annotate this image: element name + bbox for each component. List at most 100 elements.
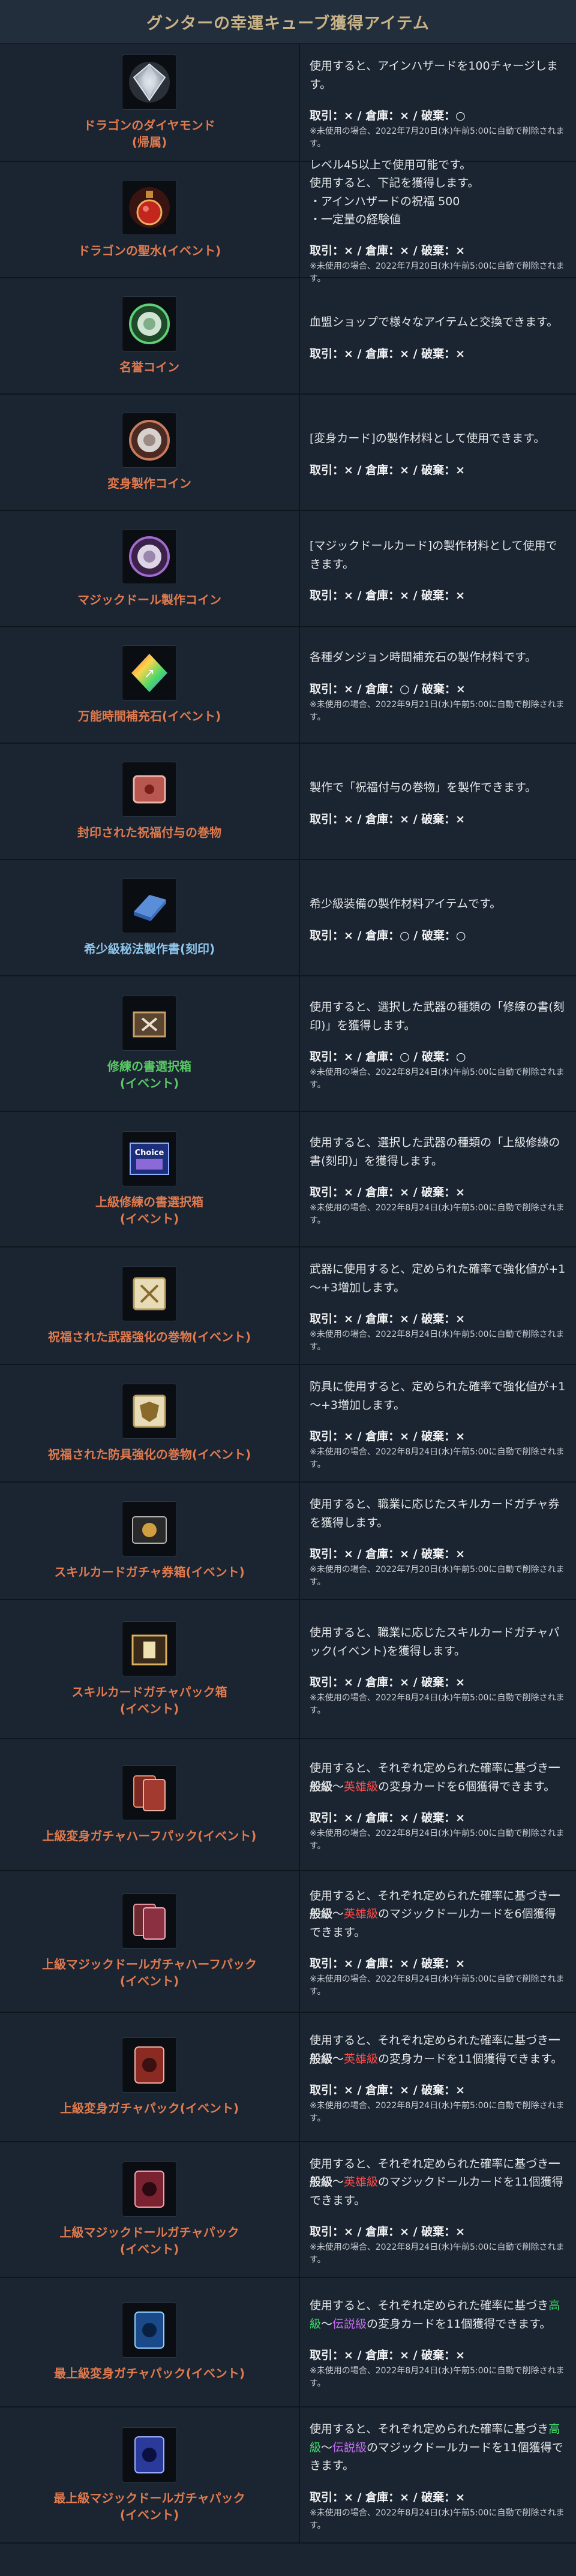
expiry-note: ※未使用の場合、2022年8月24日(水)午前5:00に自動で削除されます。 — [310, 2100, 565, 2123]
description-text: 使用すると、それぞれ定められた確率に基づき — [310, 1762, 549, 1775]
item-description: 使用すると、職業に応じたスキルカードガチャパック(イベント)を獲得します。 — [310, 1624, 566, 1660]
skill-ticket-icon — [122, 1501, 177, 1556]
item-details: 希少級装備の製作材料アイテムです。 取引：× / 倉庫：○ / 破棄：○ — [300, 860, 576, 975]
item-description: 使用すると、選択した武器の種類の「修練の書(刻印)」を獲得します。 — [310, 998, 566, 1035]
description-text: 希少級装備の製作材料アイテムです。 — [310, 897, 502, 911]
item-description: 製作で「祝福付与の巻物」を製作できます。 — [310, 778, 566, 796]
expiry-note: ※未使用の場合、2022年8月24日(水)午前5:00に自動で削除されます。 — [310, 2508, 565, 2530]
description-text: 使用すると、それぞれ定められた確率に基づき — [310, 2299, 549, 2313]
item-details: 使用すると、選択した武器の種類の「上級修練の書(刻印)」を獲得します。 取引：× … — [300, 1112, 576, 1246]
item-name: マジックドール製作コイン — [77, 593, 221, 607]
transform-pack-icon — [122, 2037, 177, 2093]
expiry-note: ※未使用の場合、2022年8月24日(水)午前5:00に自動で削除されます。 — [310, 1203, 565, 1225]
expiry-note: ※未使用の場合、2022年8月24日(水)午前5:00に自動で削除されます。 — [310, 1067, 565, 1090]
description-text: 使用すると、職業に応じたスキルカードガチャパック(イベント)を獲得します。 — [310, 1626, 560, 1658]
expiry-note: ※未使用の場合、2022年8月24日(水)午前5:00に自動で削除されます。 — [310, 1828, 565, 1851]
sealed-scroll-icon — [122, 762, 177, 817]
item-description: 使用すると、職業に応じたスキルカードガチャ券を獲得します。 — [310, 1495, 566, 1532]
trade-rules: 取引：× / 倉庫：× / 破棄：○ — [310, 109, 466, 122]
item-description: 使用すると、それぞれ定められた確率に基づき一般級～英雄級の変身カードを11個獲得… — [310, 2031, 566, 2068]
description-text: の変身カードを6個獲得できます。 — [378, 1780, 556, 1793]
item-cell: 修練の書選択箱 (イベント) — [0, 976, 300, 1111]
expiry-note: ※未使用の場合、2022年8月24日(水)午前5:00に自動で削除されます。 — [310, 1693, 565, 1715]
trade-rules: 取引：× / 倉庫：× / 破棄：× — [310, 1957, 466, 1971]
description-text: 英雄級 — [344, 1780, 379, 1793]
trade-rules: 取引：× / 倉庫：× / 破棄：× — [310, 812, 466, 826]
item-name: スキルカードガチャ券箱(イベント) — [54, 1565, 245, 1579]
description-text: 使用すると、アインハザードを100チャージします。 — [310, 59, 558, 91]
item-row: 上級マジックドールガチャパック (イベント) 使用すると、それぞれ定められた確率に… — [0, 2142, 576, 2278]
weapon-scroll-icon — [122, 1266, 177, 1321]
description-text: 英雄級 — [344, 2175, 379, 2189]
item-description: [変身カード]の製作材料として使用できます。 — [310, 429, 566, 447]
item-name: 万能時間補充石(イベント) — [77, 709, 221, 723]
item-name: 上級修練の書選択箱 (イベント) — [95, 1195, 203, 1226]
item-name: 祝福された武器強化の巻物(イベント) — [47, 1330, 251, 1344]
description-text: 使用すると、それぞれ定められた確率に基づき — [310, 2034, 549, 2048]
item-name: 変身製作コイン — [107, 476, 191, 491]
item-cell: 変身製作コイン — [0, 395, 300, 510]
skill-pack-icon — [122, 1621, 177, 1676]
item-description: 使用すると、それぞれ定められた確率に基づき一般級～英雄級のマジックドールカードを… — [310, 2155, 566, 2210]
item-details: 各種ダンジョン時間補充石の製作材料です。 取引：× / 倉庫：○ / 破棄：× ※未… — [300, 627, 576, 743]
item-cell: ↗ 万能時間補充石(イベント) — [0, 627, 300, 743]
item-row: ドラゴンのダイヤモンド (帰属) 使用すると、アインハザードを100チャージします… — [0, 44, 576, 162]
item-cell: 上級変身ガチャハーフパック(イベント) — [0, 1739, 300, 1870]
item-description: 血盟ショップで様々なアイテムと交換できます。 — [310, 313, 566, 331]
item-row: ↗ 万能時間補充石(イベント) 各種ダンジョン時間補充石の製作材料です。 取引：× /… — [0, 627, 576, 744]
item-name: 希少級秘法製作書(刻印) — [83, 942, 215, 956]
item-description: 希少級装備の製作材料アイテムです。 — [310, 895, 566, 913]
expiry-note: ※未使用の場合、2022年9月21日(水)午前5:00に自動で削除されます。 — [310, 699, 565, 722]
choice-box-icon: Choice — [122, 1131, 177, 1186]
item-name: 上級変身ガチャハーフパック(イベント) — [42, 1829, 257, 1843]
item-details: 使用すると、アインハザードを100チャージします。取引：× / 倉庫：× / 破… — [300, 44, 576, 161]
item-name: ドラゴンのダイヤモンド (帰属) — [83, 118, 215, 149]
item-details: 防具に使用すると、定められた確率で強化値が+1～+3増加します。 取引：× / 倉… — [300, 1365, 576, 1481]
trade-rules: 取引：× / 倉庫：○ / 破棄：× — [310, 682, 466, 696]
trade-rules: 取引：× / 倉庫：○ / 破棄：○ — [310, 1050, 466, 1063]
item-row: ドラゴンの聖水(イベント) レベル45以上で使用可能です。 使用すると、下記を獲得… — [0, 158, 576, 284]
item-description: [マジックドールカード]の製作材料として使用できます。 — [310, 537, 566, 573]
item-name: 上級マジックドールガチャパック (イベント) — [59, 2225, 239, 2256]
holy-water-icon — [122, 180, 177, 235]
item-cell: ドラゴンの聖水(イベント) — [0, 162, 300, 277]
item-details: レベル45以上で使用可能です。 使用すると、下記を獲得します。 ・アインハザード… — [300, 158, 576, 284]
item-cell: 希少級秘法製作書(刻印) — [0, 860, 300, 975]
description-text: 英雄級 — [344, 1907, 379, 1921]
item-row: 封印された祝福付与の巻物 製作で「祝福付与の巻物」を製作できます。 取引：× / 倉… — [0, 744, 576, 860]
item-cell: 祝福された防具強化の巻物(イベント) — [0, 1365, 300, 1481]
description-text: ～ — [321, 2317, 333, 2331]
trade-rules: 取引：× / 倉庫：× / 破棄：× — [310, 588, 466, 602]
item-row: Choice 上級修練の書選択箱 (イベント) 使用すると、選択した武器の種類の「上… — [0, 1112, 576, 1248]
description-text: 伝説級 — [332, 2317, 367, 2331]
item-details: 製作で「祝福付与の巻物」を製作できます。 取引：× / 倉庫：× / 破棄：× — [300, 744, 576, 859]
item-cell: 上級マジックドールガチャハーフパック (イベント) — [0, 1871, 300, 2012]
item-cell: 名誉コイン — [0, 278, 300, 393]
description-text: 武器に使用すると、定められた確率で強化値が+1～+3増加します。 — [310, 1263, 566, 1294]
item-name: 名誉コイン — [119, 360, 179, 374]
item-description: 使用すると、それぞれ定められた確率に基づき一般級～英雄級の変身カードを6個獲得で… — [310, 1759, 566, 1796]
description-text: 防具に使用すると、定められた確率で強化値が+1～+3増加します。 — [310, 1380, 566, 1412]
time-stone-icon: ↗ — [122, 645, 177, 701]
item-row: スキルカードガチャ券箱(イベント) 使用すると、職業に応じたスキルカードガチャ券を… — [0, 1483, 576, 1600]
description-text: ～ — [332, 1780, 344, 1793]
item-details: 使用すると、それぞれ定められた確率に基づき一般級～英雄級の変身カードを6個獲得で… — [300, 1739, 576, 1870]
honor-coin-icon — [122, 296, 177, 351]
description-text: [変身カード]の製作材料として使用できます。 — [310, 432, 545, 446]
trade-rules: 取引：× / 倉庫：× / 破棄：× — [310, 463, 466, 477]
item-name: 修練の書選択箱 (イベント) — [107, 1059, 191, 1090]
item-description: 防具に使用すると、定められた確率で強化値が+1～+3増加します。 — [310, 1378, 566, 1414]
transform-coin-icon — [122, 413, 177, 468]
doll-half-pack-icon — [122, 1893, 177, 1949]
item-name: 上級マジックドールガチャハーフパック (イベント) — [42, 1957, 257, 1988]
description-text: 製作で「祝福付与の巻物」を製作できます。 — [310, 781, 537, 795]
trade-rules: 取引：× / 倉庫：× / 破棄：× — [310, 1675, 466, 1689]
top-transform-pack-icon — [122, 2303, 177, 2358]
trade-rules: 取引：× / 倉庫：× / 破棄：× — [310, 1312, 466, 1325]
expiry-note: ※未使用の場合、2022年8月24日(水)午前5:00に自動で削除されます。 — [310, 1974, 565, 1997]
svg-text:↗: ↗ — [144, 666, 155, 681]
armor-scroll-icon — [122, 1384, 177, 1439]
transform-half-pack-icon — [122, 1765, 177, 1820]
trade-rules: 取引：× / 倉庫：× / 破棄：× — [310, 1811, 466, 1824]
description-text: 使用すると、それぞれ定められた確率に基づき — [310, 2157, 549, 2171]
